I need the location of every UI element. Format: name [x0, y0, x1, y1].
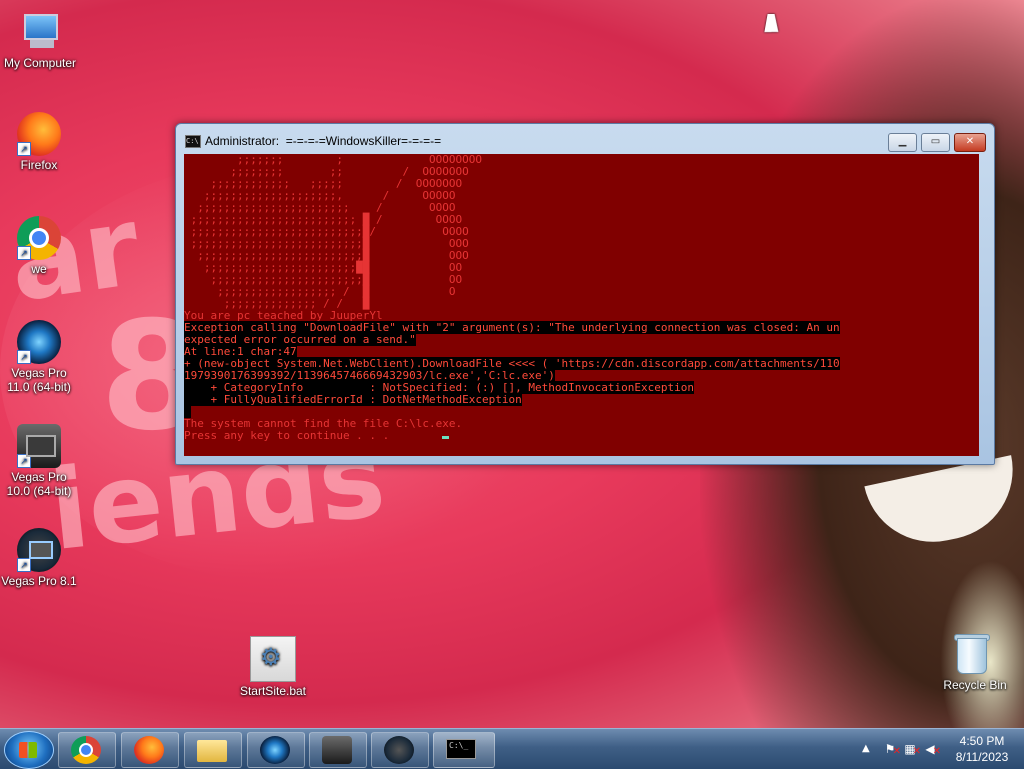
window-titlebar[interactable]: C:\ Administrator: =-=-=-=WindowsKiller=… — [176, 124, 994, 152]
desktop-icon-vegas-pro-10[interactable]: ↗ Vegas Pro 10.0 (64-bit) — [0, 424, 79, 498]
system-tray: ▲ ⚑ ✕ ▦ ✕ ◀ ✕ 4:50 PM 8/11/2023 — [834, 729, 1024, 769]
desktop-icon-startsite-bat[interactable]: StartSite.bat — [233, 636, 313, 698]
desktop-icon-label: Firefox — [20, 158, 58, 172]
taskbar-vegas-pro-8-button[interactable] — [371, 732, 429, 768]
console-error-line: + FullyQualifiedErrorId : DotNetMethodEx… — [184, 393, 522, 406]
taskbar: C:\_ ▲ ⚑ ✕ ▦ ✕ ◀ ✕ 4:50 PM 8/11/2023 — [0, 728, 1024, 769]
action-center-icon[interactable]: ⚑ ✕ — [882, 741, 901, 757]
taskbar-cmd-button[interactable]: C:\_ — [433, 732, 495, 768]
console-press-key: Press any key to continue . . . — [184, 429, 390, 442]
taskbar-firefox-button[interactable] — [121, 732, 179, 768]
desktop-icon-label: Vegas Pro 8.1 — [1, 574, 77, 588]
desktop-icon-recycle-bin[interactable]: Recycle Bin — [935, 632, 1015, 692]
window-title: Administrator: =-=-=-=WindowsKiller=-=-=… — [205, 134, 442, 148]
shortcut-arrow-icon: ↗ — [17, 142, 31, 156]
cmd-icon: C:\ — [185, 135, 201, 148]
computer-icon — [18, 10, 62, 54]
desktop-icon-label: Vegas Pro 11.0 (64-bit) — [7, 366, 71, 394]
recycle-bin-icon — [953, 632, 997, 676]
windows-logo-icon — [19, 751, 37, 758]
vegas-pro-11-icon: ↗ — [17, 320, 61, 364]
clock[interactable]: 4:50 PM 8/11/2023 — [942, 733, 1022, 765]
shortcut-arrow-icon: ↗ — [17, 246, 31, 260]
start-button[interactable] — [4, 731, 54, 769]
desktop-icon-label: StartSite.bat — [239, 684, 307, 698]
desktop-icon-vegas-pro-11[interactable]: ↗ Vegas Pro 11.0 (64-bit) — [0, 320, 79, 394]
close-button[interactable]: ✕ — [954, 133, 986, 152]
batch-file-icon — [250, 636, 296, 682]
console-ascii-art: ;;;;;;; ; OOOOOOOO ;;;;;;;; ;; / OOOOOOO… — [190, 154, 483, 310]
text-cursor — [442, 436, 450, 439]
shortcut-arrow-icon: ↗ — [17, 558, 31, 572]
taskbar-explorer-button[interactable] — [184, 732, 242, 768]
desktop-icon-label: My Computer — [3, 56, 77, 70]
desktop-icon-label: Vegas Pro 10.0 (64-bit) — [6, 470, 72, 498]
show-hidden-icons-button[interactable]: ▲ — [862, 743, 870, 754]
vegas-pro-8-icon: ↗ — [17, 528, 61, 572]
shortcut-arrow-icon: ↗ — [17, 454, 31, 468]
console-window[interactable]: C:\ Administrator: =-=-=-=WindowsKiller=… — [175, 123, 995, 465]
vegas-pro-10-icon: ↗ — [17, 424, 61, 468]
firefox-icon: ↗ — [17, 112, 61, 156]
firefox-icon — [134, 736, 164, 764]
taskbar-vegas-pro-11-button[interactable] — [247, 732, 305, 768]
desktop-icon-we[interactable]: ↗ we — [0, 216, 79, 276]
clock-date: 8/11/2023 — [955, 750, 1009, 764]
shortcut-arrow-icon: ↗ — [17, 350, 31, 364]
desktop-icon-vegas-pro-8[interactable]: ↗ Vegas Pro 8.1 — [0, 528, 79, 588]
vegas-pro-8-icon — [384, 736, 414, 764]
desktop-icon-my-computer[interactable]: My Computer — [0, 10, 80, 70]
desktop-icon-label: we — [31, 262, 47, 276]
chrome-icon — [71, 736, 101, 764]
minimize-button[interactable]: ▁ — [888, 133, 917, 152]
taskbar-chrome-button[interactable] — [58, 732, 116, 768]
vegas-pro-11-icon — [260, 736, 290, 764]
volume-icon[interactable]: ◀ ✕ — [922, 741, 941, 757]
clock-time: 4:50 PM — [959, 734, 1005, 748]
cmd-icon: C:\_ — [446, 739, 476, 759]
taskbar-vegas-pro-10-button[interactable] — [309, 732, 367, 768]
desktop-icon-label: Recycle Bin — [943, 678, 1007, 692]
maximize-button[interactable]: ▭ — [921, 133, 950, 152]
network-icon[interactable]: ▦ ✕ — [902, 741, 921, 757]
vegas-pro-10-icon — [322, 736, 352, 764]
desktop-icon-firefox[interactable]: ↗ Firefox — [0, 112, 79, 172]
console-output[interactable]: ;;;;;;; ; OOOOOOOO ;;;;;;;; ;; / OOOOOOO… — [184, 154, 979, 456]
folder-icon — [197, 740, 227, 762]
chrome-icon: ↗ — [17, 216, 61, 260]
